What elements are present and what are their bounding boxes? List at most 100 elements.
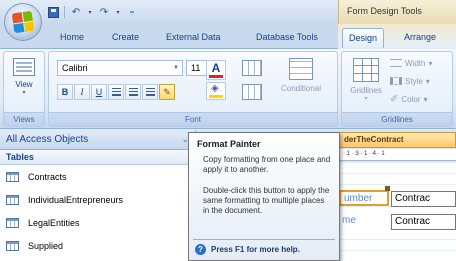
gridlines-icon — [353, 58, 379, 82]
tab-database-tools[interactable]: Database Tools — [250, 28, 324, 48]
style-label: Style — [405, 76, 423, 86]
chevron-down-icon: ▾ — [423, 94, 428, 104]
nav-group-header[interactable]: Tables — [0, 150, 195, 165]
align-center-icon — [128, 88, 138, 96]
tooltip-help-row: ? Press F1 for more help. — [195, 244, 300, 255]
gridlines-button-label: Gridlines — [350, 86, 382, 95]
control-text: Contrac — [395, 216, 431, 227]
office-logo-icon — [11, 10, 35, 34]
navigation-pane: All Access Objects ⌄ Tables Contracts In… — [0, 130, 196, 261]
selected-label-control[interactable]: umber — [339, 190, 389, 206]
customize-qat-icon[interactable]: ⩦ — [125, 5, 139, 19]
nav-pane-header[interactable]: All Access Objects ⌄ — [0, 130, 195, 150]
save-icon[interactable] — [46, 5, 60, 19]
nav-item-label: IndividualEntrepreneurs — [28, 194, 124, 205]
style-button[interactable]: Style ▾ — [390, 74, 430, 88]
paintbrush-icon: ✎ — [163, 86, 171, 97]
tab-arrange[interactable]: Arrange — [398, 28, 442, 48]
nav-item-individual-entrepreneurs[interactable]: IndividualEntrepreneurs — [0, 188, 195, 211]
redo-dropdown-icon[interactable]: ▾ — [115, 5, 121, 19]
nav-item-label: LegalEntities — [28, 217, 80, 228]
view-dropdown-icon: ▾ — [22, 90, 26, 96]
format-buttons-row: B I U ✎ — [57, 84, 175, 102]
underline-button[interactable]: U — [91, 84, 107, 100]
views-group: View ▾ Views — [3, 51, 45, 127]
align-right-button[interactable] — [142, 84, 158, 100]
color-label: Color — [401, 94, 421, 104]
tooltip-help-text: Press F1 for more help. — [211, 245, 300, 254]
color-button[interactable]: ✐ Color ▾ — [390, 92, 428, 106]
form-design-grid[interactable]: umber Contrac me Contrac — [339, 162, 456, 261]
gridlines-group: Gridlines ▾ Width ▾ Style ▾ ✐ Color ▾ Gridl… — [341, 51, 453, 127]
ribbon: View ▾ Views Calibri ▼ 11 ▼ B I U ✎ A — [0, 49, 456, 129]
qat-separator — [64, 6, 65, 18]
conditional-formatting-icon — [289, 58, 313, 80]
resize-handle[interactable] — [385, 186, 390, 191]
tooltip-divider — [193, 239, 335, 240]
font-size-value: 11 — [191, 63, 201, 73]
control-text: Contrac — [395, 193, 431, 204]
control-text: umber — [344, 193, 373, 204]
paint-bucket-icon: ◈ — [211, 83, 219, 94]
tooltip-double-click-hint: Double-click this button to apply the sa… — [203, 186, 330, 215]
tab-external-data[interactable]: External Data — [160, 28, 227, 48]
tab-home[interactable]: Home — [54, 28, 90, 48]
view-icon — [13, 58, 35, 76]
table-icon — [6, 240, 19, 251]
font-color-letter: A — [211, 61, 221, 75]
contextual-tab-group: Form Design Tools — [338, 0, 456, 24]
align-right-icon — [145, 88, 155, 96]
views-group-label: Views — [4, 112, 44, 126]
document-tab[interactable]: derTheContract — [339, 132, 456, 148]
redo-icon[interactable]: ↷ — [97, 5, 111, 19]
table-icon — [6, 194, 19, 205]
nav-item-contracts[interactable]: Contracts — [0, 165, 195, 188]
table-icon — [6, 217, 19, 228]
format-painter-tooltip: Format Painter Copy formatting from one … — [188, 132, 340, 261]
view-button[interactable]: View ▾ — [10, 56, 38, 112]
tab-design[interactable]: Design — [342, 28, 385, 48]
font-name-select[interactable]: Calibri ▼ — [57, 60, 183, 76]
undo-icon[interactable]: ↶ — [69, 5, 83, 19]
ribbon-tabs: Home Create External Data Database Tools… — [0, 24, 456, 49]
conditional-button[interactable]: Conditional — [271, 56, 331, 112]
contextual-group-title: Form Design Tools — [347, 6, 422, 16]
tooltip-description: Copy formatting from one place and apply… — [203, 155, 331, 174]
italic-button[interactable]: I — [74, 84, 90, 100]
tab-create[interactable]: Create — [106, 28, 145, 48]
fill-color-button[interactable]: ◈ — [206, 82, 226, 100]
gridlines-group-label: Gridlines — [342, 112, 452, 126]
font-group: Calibri ▼ 11 ▼ B I U ✎ A ◈ Condition — [48, 51, 338, 127]
font-color-button[interactable]: A — [206, 60, 226, 80]
line-style-icon — [390, 77, 402, 85]
label-control[interactable]: me — [339, 214, 389, 230]
office-button[interactable] — [4, 3, 42, 41]
undo-dropdown-icon[interactable]: ▾ — [87, 5, 93, 19]
text-box-control[interactable]: Contrac — [391, 214, 456, 230]
nav-item-label: Contracts — [28, 171, 67, 182]
gridlines-button[interactable]: Gridlines ▾ — [346, 56, 386, 110]
align-center-button[interactable] — [125, 84, 141, 100]
text-box-control[interactable]: Contrac — [391, 191, 456, 207]
help-icon: ? — [195, 244, 206, 255]
alternate-row-icon[interactable] — [242, 84, 262, 100]
title-bar: ↶ ▾ ↷ ▾ ⩦ Form Design Tools — [0, 0, 456, 24]
pen-icon: ✐ — [390, 93, 399, 105]
font-name-value: Calibri — [62, 63, 88, 73]
chevron-down-icon: ▾ — [428, 58, 433, 68]
table-icon — [6, 171, 19, 182]
alternate-fill-icon[interactable] — [242, 60, 262, 76]
tooltip-title: Format Painter — [197, 139, 261, 149]
format-painter-button[interactable]: ✎ — [159, 84, 175, 100]
nav-pane-title: All Access Objects — [6, 134, 89, 145]
width-button[interactable]: Width ▾ — [390, 56, 432, 70]
horizontal-ruler[interactable]: · 1 · 3 · 1 · 4 · 1 — [339, 149, 456, 161]
font-group-label: Font — [49, 112, 337, 126]
ruler-ticks: · 1 · 3 · 1 · 4 · 1 — [343, 151, 385, 157]
nav-item-supplied[interactable]: Supplied — [0, 234, 195, 257]
nav-item-legal-entities[interactable]: LegalEntities — [0, 211, 195, 234]
bold-button[interactable]: B — [57, 84, 73, 100]
document-tab-title: derTheContract — [344, 135, 404, 144]
chevron-down-icon: ▼ — [173, 65, 179, 71]
align-left-button[interactable] — [108, 84, 124, 100]
